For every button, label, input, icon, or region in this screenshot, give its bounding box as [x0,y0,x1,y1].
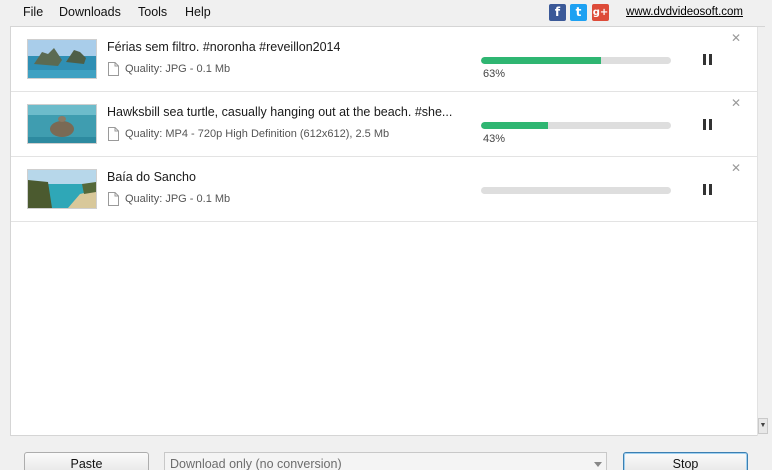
stop-button[interactable]: Stop [623,452,748,470]
download-title: Hawksbill sea turtle, casually hanging o… [107,105,453,119]
paste-button[interactable]: Paste [24,452,149,470]
file-icon [108,127,119,141]
progress-bar [481,187,671,194]
dvdvideosoft-link[interactable]: www.dvdvideosoft.com [626,6,743,18]
menu-bar: File Downloads Tools Help f t g+ www.dvd… [0,0,772,26]
conversion-select[interactable]: Download only (no conversion) [164,452,607,470]
conversion-select-value: Download only (no conversion) [170,457,342,470]
file-icon [108,192,119,206]
download-item[interactable]: Férias sem filtro. #noronha #reveillon20… [11,27,757,92]
progress-bar-fill [481,122,548,129]
facebook-icon[interactable]: f [549,4,566,21]
download-item[interactable]: Baía do Sancho Quality: JPG - 0.1 Mb ✕ [11,157,757,222]
close-icon[interactable]: ✕ [731,31,741,45]
menu-downloads[interactable]: Downloads [59,5,121,19]
thumbnail-beach-rocks [27,39,97,79]
beach-rocks-image [28,40,96,78]
twitter-icon[interactable]: t [570,4,587,21]
quality-label: Quality: MP4 - 720p High Definition (612… [125,128,390,140]
quality-label: Quality: JPG - 0.1 Mb [125,193,231,205]
progress-bar [481,57,671,64]
progress-percent: 43% [483,133,506,145]
menu-tools[interactable]: Tools [138,5,167,19]
download-item[interactable]: Hawksbill sea turtle, casually hanging o… [11,92,757,157]
download-title: Férias sem filtro. #noronha #reveillon20… [107,40,341,54]
thumbnail-sea-turtle [27,104,97,144]
pause-icon[interactable] [702,119,714,130]
bottom-toolbar: Paste Download only (no conversion) Stop [0,436,772,470]
sea-turtle-image [28,105,96,143]
google-plus-icon[interactable]: g+ [592,4,609,21]
bay-cliffs-image [28,170,96,208]
progress-percent: 63% [483,68,506,80]
pause-icon[interactable] [702,184,714,195]
pause-icon[interactable] [702,54,714,65]
chevron-down-icon[interactable] [594,462,602,467]
download-list: Férias sem filtro. #noronha #reveillon20… [10,26,768,436]
thumbnail-bay-cliffs [27,169,97,209]
quality-label: Quality: JPG - 0.1 Mb [125,63,231,75]
menu-file[interactable]: File [23,5,43,19]
vertical-scrollbar[interactable]: ▼ [757,27,768,436]
progress-bar [481,122,671,129]
menu-help[interactable]: Help [185,5,211,19]
close-icon[interactable]: ✕ [731,96,741,110]
scroll-down-icon[interactable]: ▼ [758,418,768,434]
progress-bar-fill [481,57,601,64]
close-icon[interactable]: ✕ [731,161,741,175]
file-icon [108,62,119,76]
download-title: Baía do Sancho [107,170,196,184]
